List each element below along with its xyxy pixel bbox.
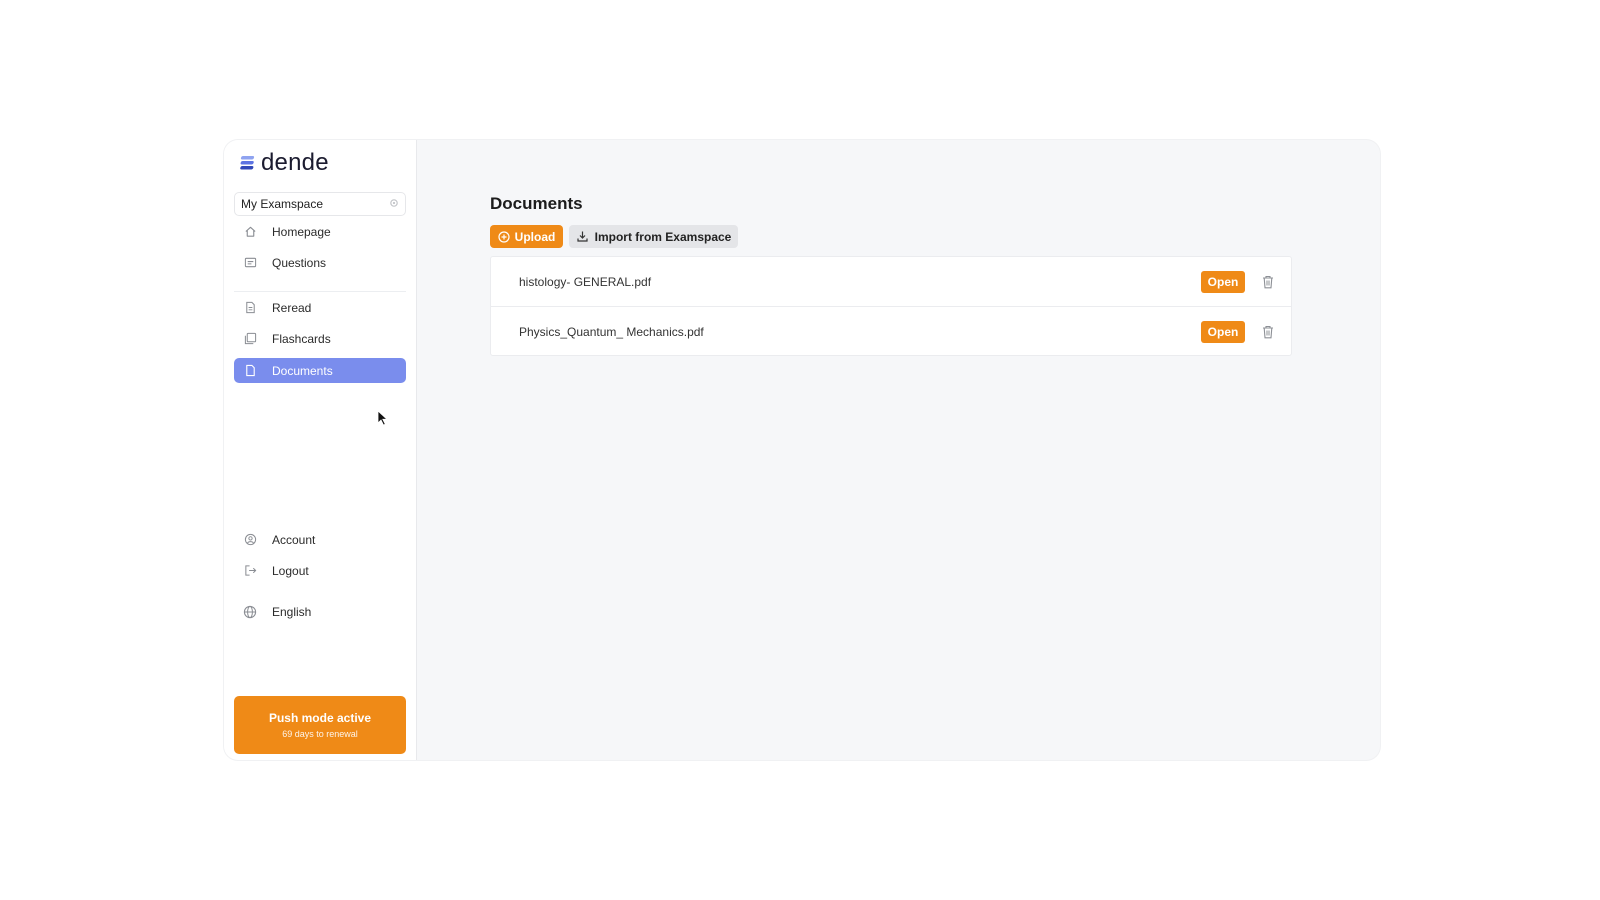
page-title: Documents [490, 194, 583, 213]
nav-item-documents[interactable]: Documents [234, 358, 406, 383]
language-label: English [272, 604, 312, 619]
logout-icon [243, 564, 257, 578]
sidebar: dende My Examspace Homepage Questions Re… [224, 140, 417, 760]
open-document-button[interactable]: Open [1201, 320, 1245, 343]
push-mode-banner[interactable]: Push mode active 69 days to renewal [234, 696, 406, 754]
nav-item-label: Account [272, 532, 316, 547]
import-from-examspace-button[interactable]: Import from Examspace [569, 225, 738, 248]
document-row: histology- GENERAL.pdf Open [491, 257, 1291, 307]
nav-item-flashcards[interactable]: Flashcards [234, 326, 406, 351]
nav-item-label: Logout [272, 563, 309, 578]
workspace-selector[interactable]: My Examspace [234, 192, 406, 216]
nav-item-account[interactable]: Account [234, 527, 406, 552]
gear-icon[interactable] [389, 198, 399, 211]
plus-circle-icon [498, 230, 510, 243]
trash-icon[interactable] [1261, 274, 1275, 290]
download-icon [577, 231, 588, 242]
flashcards-icon [243, 332, 257, 346]
push-mode-title: Push mode active [268, 711, 372, 725]
document-name: histology- GENERAL.pdf [519, 275, 652, 289]
upload-label: Upload [514, 229, 556, 244]
nav-item-logout[interactable]: Logout [234, 558, 406, 583]
main-content: Documents Upload Import from Examspace h… [418, 140, 1380, 760]
questions-icon [243, 256, 257, 270]
trash-icon[interactable] [1261, 324, 1275, 340]
brand-logo[interactable]: dende [240, 149, 329, 176]
upload-button[interactable]: Upload [490, 225, 563, 248]
nav-item-questions[interactable]: Questions [234, 250, 406, 275]
globe-icon [243, 605, 257, 619]
app-window: dende My Examspace Homepage Questions Re… [224, 140, 1380, 760]
open-document-button[interactable]: Open [1201, 271, 1245, 293]
language-selector[interactable]: English [234, 599, 406, 624]
documents-list: histology- GENERAL.pdf Open Physics_Quan… [490, 256, 1292, 356]
nav-item-homepage[interactable]: Homepage [234, 219, 406, 244]
workspace-label: My Examspace [241, 197, 324, 211]
nav-item-label: Reread [272, 300, 312, 315]
import-label: Import from Examspace [594, 229, 732, 244]
nav-item-label: Documents [272, 363, 333, 378]
push-mode-subtitle: 69 days to renewal [282, 729, 358, 739]
document-row: Physics_Quantum_ Mechanics.pdf Open [491, 306, 1291, 356]
user-circle-icon [243, 533, 257, 547]
document-icon [243, 301, 257, 315]
nav-divider [234, 291, 406, 292]
nav-item-reread[interactable]: Reread [234, 295, 406, 320]
mouse-cursor-icon [377, 410, 389, 426]
nav-item-label: Homepage [272, 224, 331, 239]
dende-logo-icon [240, 156, 255, 170]
file-icon [243, 364, 257, 378]
nav-item-label: Flashcards [272, 331, 331, 346]
document-name: Physics_Quantum_ Mechanics.pdf [519, 324, 704, 339]
nav-item-label: Questions [272, 255, 327, 270]
home-icon [243, 225, 257, 239]
brand-name: dende [261, 149, 329, 176]
